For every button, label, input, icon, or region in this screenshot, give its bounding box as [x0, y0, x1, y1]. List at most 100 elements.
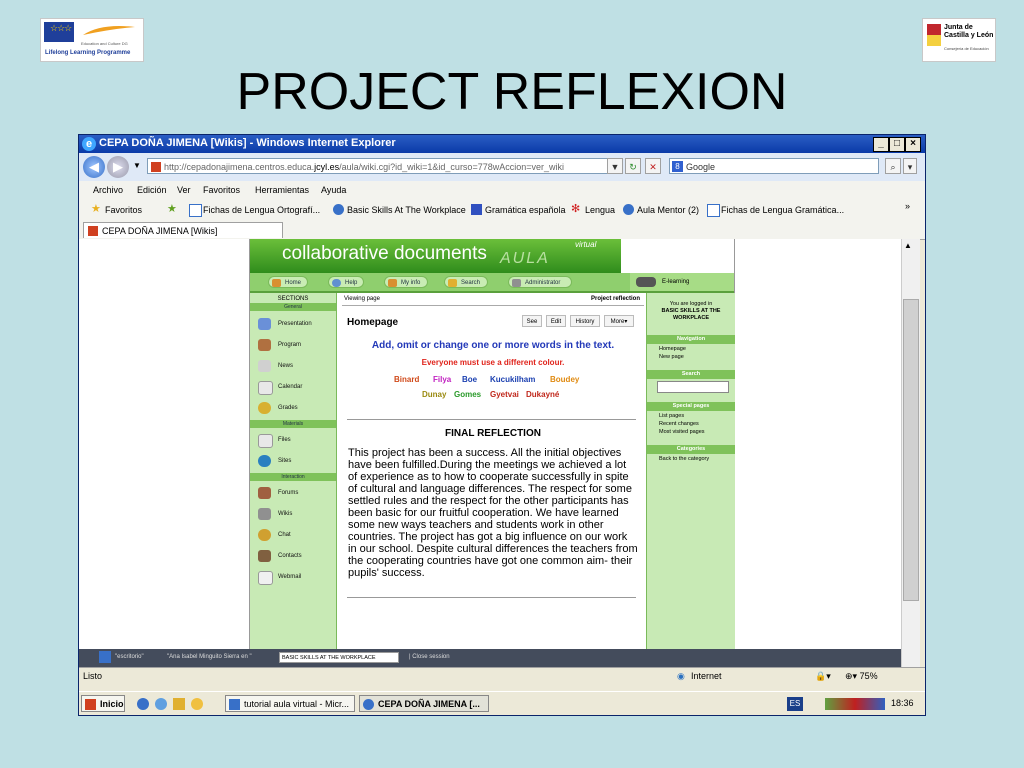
desktop-strip: "escritorio" "Ana Isabel Minguito Sierra…	[79, 649, 901, 667]
nav-administrator[interactable]: Administrator	[508, 276, 572, 288]
elearning-link[interactable]: E-learning	[630, 273, 734, 291]
tray-icons[interactable]	[825, 698, 885, 710]
menu-ver[interactable]: Ver	[177, 185, 191, 195]
zoom-level[interactable]: ⊕▾ 75%	[845, 671, 878, 682]
tab-more[interactable]: More▾	[604, 315, 634, 327]
page-icon	[707, 204, 720, 217]
fav-item-aula-mentor[interactable]: Aula Mentor (2)	[637, 205, 699, 215]
google-icon: 8	[672, 161, 683, 172]
stop-button[interactable]: ✕	[645, 158, 661, 174]
back-button[interactable]: ◀	[83, 156, 105, 178]
globe-icon	[258, 455, 271, 467]
fav-item-lengua[interactable]: Lengua	[585, 205, 615, 215]
site-favicon-icon	[151, 162, 161, 172]
scroll-up-icon[interactable]: ▲	[904, 241, 912, 250]
forward-button[interactable]: ▶	[107, 156, 129, 178]
contacts-icon	[258, 550, 271, 562]
status-bar: Listo ◉ Internet 🔒▾ ⊕▾ 75%	[79, 667, 925, 686]
course-select[interactable]: BASIC SKILLS AT THE WORKPLACE	[279, 652, 399, 663]
favorites-button[interactable]: Favoritos	[105, 205, 142, 215]
sidebar-item-contacts[interactable]: Contacts	[250, 546, 336, 566]
refresh-button[interactable]: ↻	[625, 158, 641, 174]
nav-home[interactable]: Home	[268, 276, 308, 288]
divider	[347, 419, 636, 420]
sidebar-item-program[interactable]: Program	[250, 335, 336, 355]
favorites-more-chevron[interactable]: »	[905, 201, 910, 211]
sidebar-item-chat[interactable]: Chat	[250, 525, 336, 545]
participant-name: Filya	[433, 375, 452, 384]
help-icon	[332, 279, 341, 287]
search-icon[interactable]: ⌕	[885, 158, 901, 174]
window-titlebar[interactable]: e CEPA DOÑA JIMENA [Wikis] - Windows Int…	[79, 135, 925, 153]
wiki-search-input[interactable]	[657, 381, 729, 393]
sidebar-item-label: Grades	[278, 405, 298, 411]
page-icon	[189, 204, 202, 217]
browser-tab[interactable]: CEPA DOÑA JIMENA [Wikis]	[83, 222, 283, 238]
scrollbar-thumb[interactable]	[903, 299, 919, 601]
quicklaunch-browser-icon[interactable]	[155, 698, 167, 710]
sidebar-item-webmail[interactable]: Webmail	[250, 567, 336, 587]
special-pages-heading: Special pages	[647, 402, 735, 411]
tab-edit[interactable]: Edit	[546, 315, 566, 327]
fav-item-fichas-ortografia[interactable]: Fichas de Lengua Ortografí...	[203, 205, 320, 215]
url-input[interactable]: http://cepadonajimena.centros.educa.jcyl…	[147, 158, 617, 174]
aula-virtual-page: collaborative documents AULA virtual Hom…	[249, 239, 735, 649]
sidebar-item-grades[interactable]: Grades	[250, 398, 336, 418]
fav-item-gramatica[interactable]: Gramática española	[485, 205, 566, 215]
tab-see[interactable]: See	[522, 315, 542, 327]
sidebar-item-calendar[interactable]: Calendar	[250, 377, 336, 397]
menu-edicion[interactable]: Edición	[137, 185, 167, 195]
search-options-button[interactable]: ▾	[903, 158, 917, 174]
sidebar-item-label: Files	[278, 437, 291, 443]
nav-search[interactable]: Search	[444, 276, 488, 288]
start-button[interactable]: Inicio	[81, 695, 125, 712]
menu-favoritos[interactable]: Favoritos	[203, 185, 240, 195]
vertical-scrollbar[interactable]: ▲	[901, 239, 920, 667]
fav-item-fichas-gramatica[interactable]: Fichas de Lengua Gramática...	[721, 205, 844, 215]
nav-link-new-page[interactable]: New page	[659, 354, 684, 360]
maximize-button[interactable]: □	[889, 137, 905, 152]
taskbar-item-word[interactable]: tutorial aula virtual - Micr...	[225, 695, 355, 712]
ie-icon: e	[82, 137, 96, 151]
desktop-label[interactable]: "escritorio"	[115, 654, 144, 660]
menu-herramientas[interactable]: Herramientas	[255, 185, 309, 195]
sidebar-item-news[interactable]: News	[250, 356, 336, 376]
special-link-list-pages[interactable]: List pages	[659, 413, 684, 419]
nav-help[interactable]: Help	[328, 276, 364, 288]
elearning-label: E-learning	[662, 279, 690, 285]
nav-link-homepage[interactable]: Homepage	[659, 346, 686, 352]
quicklaunch-ie-icon[interactable]	[137, 698, 149, 710]
special-link-most-visited[interactable]: Most visited pages	[659, 429, 705, 435]
search-input[interactable]: 8 Google	[669, 158, 879, 174]
sidebar-item-wikis[interactable]: Wikis	[250, 504, 336, 524]
menu-bar: Archivo Edición Ver Favoritos Herramient…	[79, 181, 925, 200]
sidebar-item-label: Chat	[278, 532, 291, 538]
quicklaunch-folder-icon[interactable]	[173, 698, 185, 710]
security-icon[interactable]: 🔒▾	[815, 671, 831, 682]
add-favorite-icon[interactable]: ★	[167, 204, 178, 215]
url-dropdown-button[interactable]: ▼	[607, 158, 623, 174]
search-engine-label: Google	[686, 162, 716, 172]
special-link-recent-changes[interactable]: Recent changes	[659, 421, 699, 427]
history-dropdown-icon[interactable]: ▼	[133, 161, 141, 170]
menu-archivo[interactable]: Archivo	[93, 185, 123, 195]
nav-myinfo[interactable]: My info	[384, 276, 428, 288]
page-name: Project reflection	[590, 296, 640, 302]
sidebar-item-forums[interactable]: Forums	[250, 483, 336, 503]
category-link-back[interactable]: Back to the category	[659, 456, 709, 462]
menu-ayuda[interactable]: Ayuda	[321, 185, 346, 195]
close-session-link[interactable]: | Close session	[409, 654, 450, 660]
quicklaunch-media-icon[interactable]	[191, 698, 203, 710]
logged-line-3: WORKPLACE	[672, 315, 710, 321]
sidebar-item-files[interactable]: Files	[250, 430, 336, 450]
tab-history[interactable]: History	[570, 315, 600, 327]
word-icon	[229, 699, 240, 710]
sidebar-item-presentation[interactable]: Presentation	[250, 314, 336, 334]
minimize-button[interactable]: _	[873, 137, 889, 152]
participant-name: Dukayné	[526, 390, 560, 399]
taskbar-item-ie[interactable]: CEPA DOÑA JIMENA [...	[359, 695, 489, 712]
sidebar-item-sites[interactable]: Sites	[250, 451, 336, 471]
language-indicator[interactable]: ES	[787, 697, 803, 711]
close-button[interactable]: ×	[905, 137, 921, 152]
fav-item-basic-skills[interactable]: Basic Skills At The Workplace	[347, 205, 466, 215]
